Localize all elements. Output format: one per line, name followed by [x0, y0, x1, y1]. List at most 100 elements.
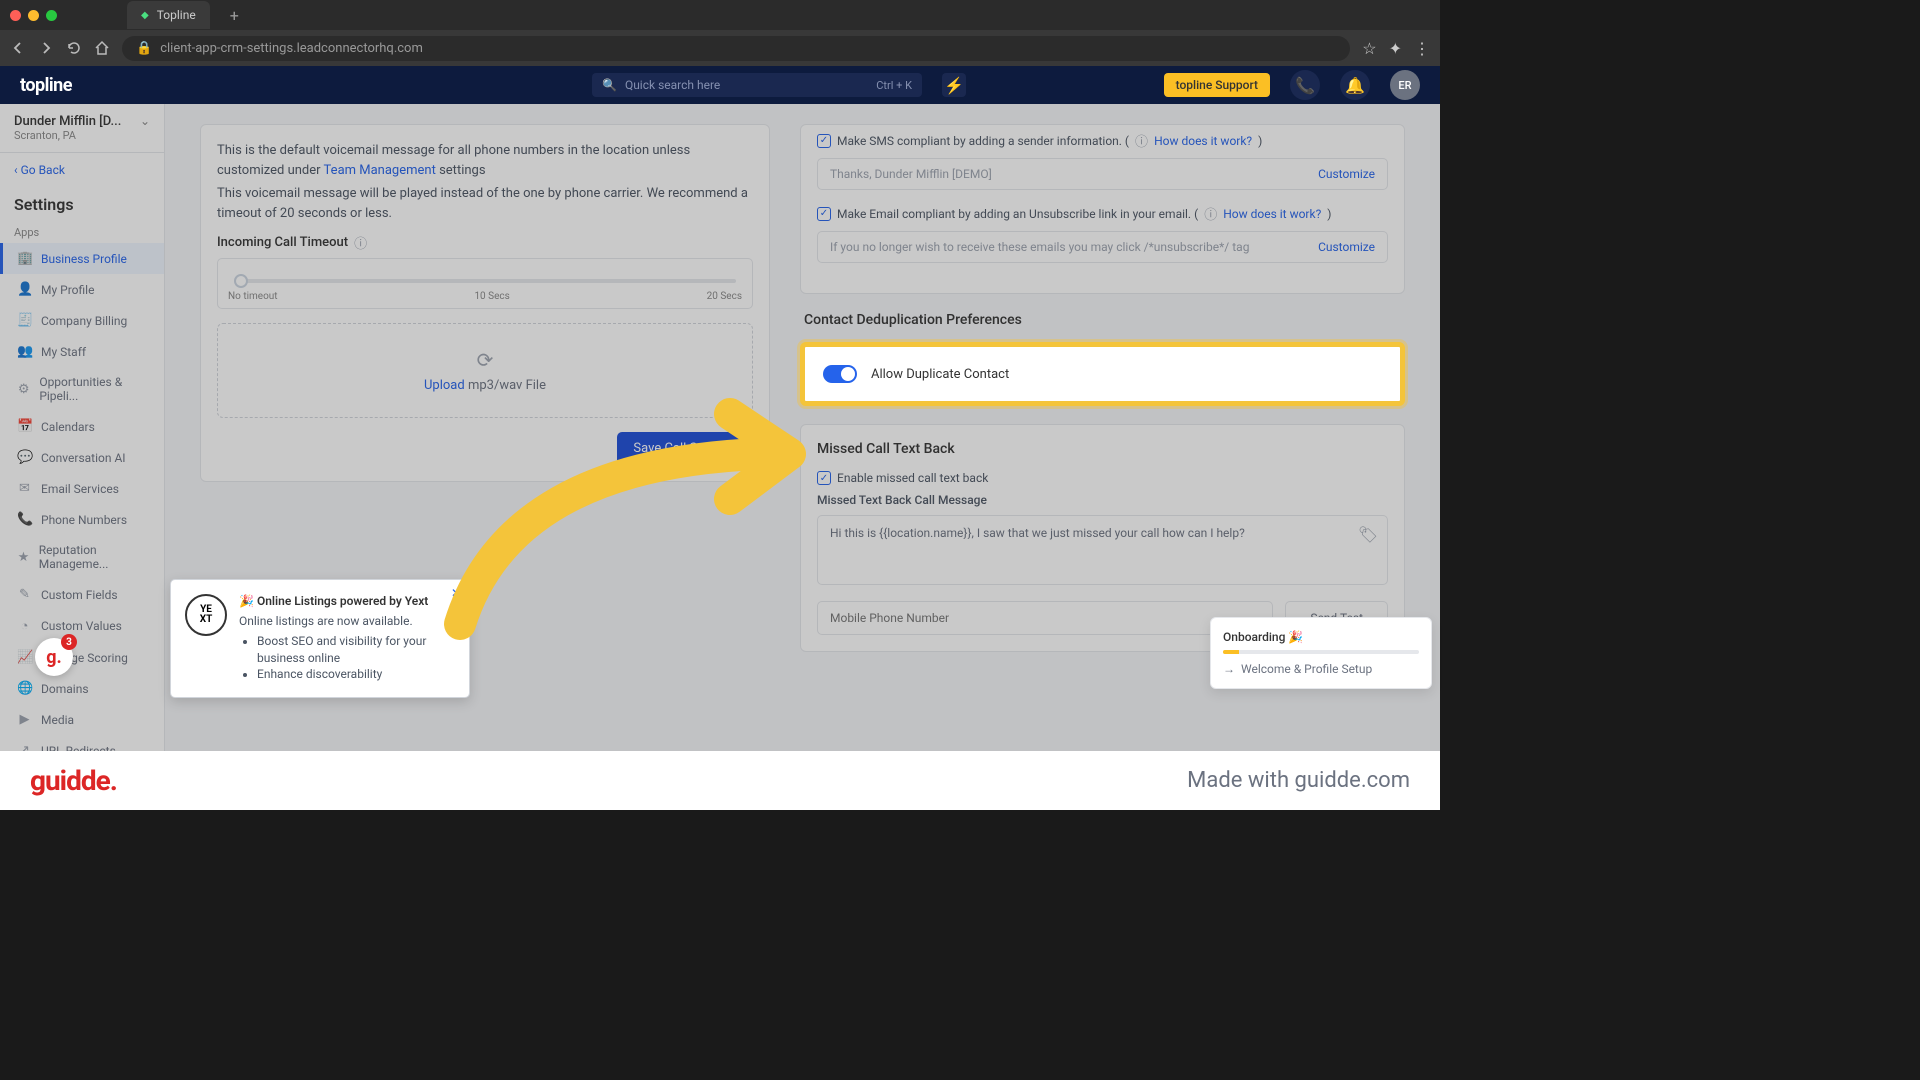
arrow-right-icon: →: [1223, 662, 1235, 676]
home-button[interactable]: [94, 40, 110, 56]
tab-favicon-icon: ◆: [141, 10, 149, 21]
sidebar-item-opportunities-pipeli[interactable]: ⚙ Opportunities & Pipeli...: [0, 367, 164, 411]
sidebar-item-reputation-manageme[interactable]: ★Reputation Manageme...: [0, 535, 164, 579]
upload-icon: ⟳: [242, 348, 728, 372]
sidebar-icon: ✉: [17, 481, 32, 496]
browser-menu-icon[interactable]: ⋮: [1414, 39, 1430, 58]
sidebar-label: Media: [41, 713, 74, 727]
how-link[interactable]: How does it work?: [1154, 134, 1252, 148]
browser-tab[interactable]: ◆ Topline: [127, 1, 210, 29]
location-selector[interactable]: ⌄ Dunder Mifflin [D... Scranton, PA: [0, 104, 164, 153]
maximize-window-icon[interactable]: [46, 10, 57, 21]
sidebar-item-my-staff[interactable]: 👥My Staff: [0, 336, 164, 367]
sidebar-item-domains[interactable]: 🌐Domains: [0, 673, 164, 704]
notifications-icon[interactable]: 🔔: [1340, 70, 1370, 100]
location-name: Dunder Mifflin [D...: [14, 114, 150, 129]
team-management-link[interactable]: Team Management: [324, 163, 436, 178]
allow-duplicate-toggle[interactable]: [823, 365, 857, 383]
onboarding-step[interactable]: → Welcome & Profile Setup: [1223, 662, 1419, 676]
close-icon[interactable]: ✕: [451, 586, 461, 600]
sidebar-label: Company Billing: [41, 314, 127, 328]
phone-icon[interactable]: 📞: [1290, 70, 1320, 100]
extensions-icon[interactable]: ✦: [1389, 39, 1402, 58]
made-with: Made with guidde.com: [1187, 768, 1410, 793]
guidde-badge[interactable]: g.3: [35, 638, 73, 676]
yext-title: 🎉 Online Listings powered by Yext: [239, 594, 455, 608]
sidebar-item-business-profile[interactable]: 🏢Business Profile: [0, 243, 164, 274]
info-icon[interactable]: ⓘ: [1204, 204, 1217, 223]
sidebar-icon: ⚙: [17, 382, 30, 397]
email-unsubscribe-field[interactable]: If you no longer wish to receive these e…: [817, 231, 1388, 263]
email-checkbox[interactable]: ✓: [817, 207, 831, 221]
sidebar-icon: 👥: [17, 344, 32, 359]
search-shortcut: Ctrl + K: [876, 79, 912, 92]
sidebar: ⌄ Dunder Mifflin [D... Scranton, PA ‹ Go…: [0, 104, 165, 751]
sidebar-item-email-services[interactable]: ✉Email Services: [0, 473, 164, 504]
minimize-window-icon[interactable]: [28, 10, 39, 21]
sidebar-item-calendars[interactable]: 📅Calendars: [0, 411, 164, 442]
location-sub: Scranton, PA: [14, 129, 150, 142]
sidebar-item-my-profile[interactable]: 👤 My Profile: [0, 274, 164, 305]
customize-link[interactable]: Customize: [1318, 240, 1375, 254]
voicemail-desc2: This voicemail message will be played in…: [217, 184, 753, 223]
back-button[interactable]: [10, 40, 26, 56]
apps-label: Apps: [0, 222, 164, 243]
upload-dropzone[interactable]: ⟳ Upload mp3/wav File: [217, 323, 753, 418]
forward-button[interactable]: [38, 40, 54, 56]
phone-input[interactable]: [817, 601, 1273, 635]
customize-link[interactable]: Customize: [1318, 167, 1375, 181]
sidebar-label: Conversation AI: [41, 451, 126, 465]
compliance-card: ✓ Make SMS compliant by adding a sender …: [800, 124, 1405, 294]
sidebar-item-phone-numbers[interactable]: 📞Phone Numbers: [0, 504, 164, 535]
url-bar: 🔒 client-app-crm-settings.leadconnectorh…: [0, 30, 1440, 66]
badge-count: 3: [61, 634, 77, 650]
sidebar-label: Custom Fields: [41, 588, 118, 602]
enable-missed-row: ✓ Enable missed call text back: [817, 471, 1388, 485]
tag-icon[interactable]: 🏷: [1358, 525, 1378, 544]
go-back-link[interactable]: ‹ Go Back: [0, 153, 164, 187]
sidebar-label: Phone Numbers: [41, 513, 127, 527]
info-icon[interactable]: ⓘ: [354, 233, 367, 252]
bookmark-icon[interactable]: ☆: [1362, 39, 1376, 58]
info-icon[interactable]: ⓘ: [1135, 131, 1148, 150]
sidebar-icon: ★: [17, 550, 30, 565]
reload-button[interactable]: [66, 40, 82, 56]
sidebar-item-media[interactable]: ▶Media: [0, 704, 164, 735]
sidebar-icon: 💬: [17, 450, 32, 465]
yext-logo-icon: YEXT: [185, 594, 227, 636]
new-tab-button[interactable]: +: [230, 6, 239, 25]
dedup-title: Contact Deduplication Preferences: [800, 312, 1405, 328]
search-icon: 🔍: [602, 78, 617, 92]
url-field[interactable]: 🔒 client-app-crm-settings.leadconnectorh…: [122, 36, 1350, 61]
voicemail-desc: This is the default voicemail message fo…: [217, 141, 753, 180]
sidebar-label: Opportunities & Pipeli...: [39, 375, 150, 403]
missed-title: Missed Call Text Back: [817, 441, 1388, 457]
how-link[interactable]: How does it work?: [1223, 207, 1321, 221]
onboarding-widget[interactable]: Onboarding 🎉 → Welcome & Profile Setup: [1210, 617, 1432, 689]
avatar[interactable]: ER: [1390, 70, 1420, 100]
slider-thumb[interactable]: [234, 274, 248, 288]
quick-actions-button[interactable]: ⚡: [942, 73, 966, 97]
sidebar-item-company-billing[interactable]: 🧾 Company Billing: [0, 305, 164, 336]
sidebar-item-custom-fields[interactable]: ✎Custom Fields: [0, 579, 164, 610]
tab-title: Topline: [157, 8, 196, 22]
sidebar-icon: ◔: [17, 618, 32, 634]
missed-message-textarea[interactable]: [817, 515, 1388, 585]
sms-sender-field[interactable]: Thanks, Dunder Mifflin [DEMO] Customize: [817, 158, 1388, 190]
close-window-icon[interactable]: [10, 10, 21, 21]
sidebar-icon: 👤: [17, 282, 32, 297]
search-input[interactable]: 🔍 Quick search here Ctrl + K: [592, 73, 922, 97]
sidebar-item-custom-values[interactable]: ◔Custom Values: [0, 610, 164, 642]
timeout-slider[interactable]: No timeout 10 Secs 20 Secs: [217, 258, 753, 309]
dedup-toggle-card: Allow Duplicate Contact: [800, 342, 1405, 406]
sidebar-item-conversation-ai[interactable]: 💬 Conversation AI: [0, 442, 164, 473]
save-call-settings-button[interactable]: Save Call Settings: [617, 432, 753, 465]
sidebar-icon: 🧾: [17, 313, 32, 328]
sms-checkbox[interactable]: ✓: [817, 134, 831, 148]
support-button[interactable]: topline Support: [1164, 73, 1270, 97]
traffic-lights: [10, 10, 57, 21]
footer: guidde. Made with guidde.com: [0, 751, 1440, 810]
sidebar-item-manage-scoring[interactable]: 📈Manage Scoring: [0, 642, 164, 673]
sidebar-label: My Profile: [41, 283, 94, 297]
enable-missed-checkbox[interactable]: ✓: [817, 471, 831, 485]
